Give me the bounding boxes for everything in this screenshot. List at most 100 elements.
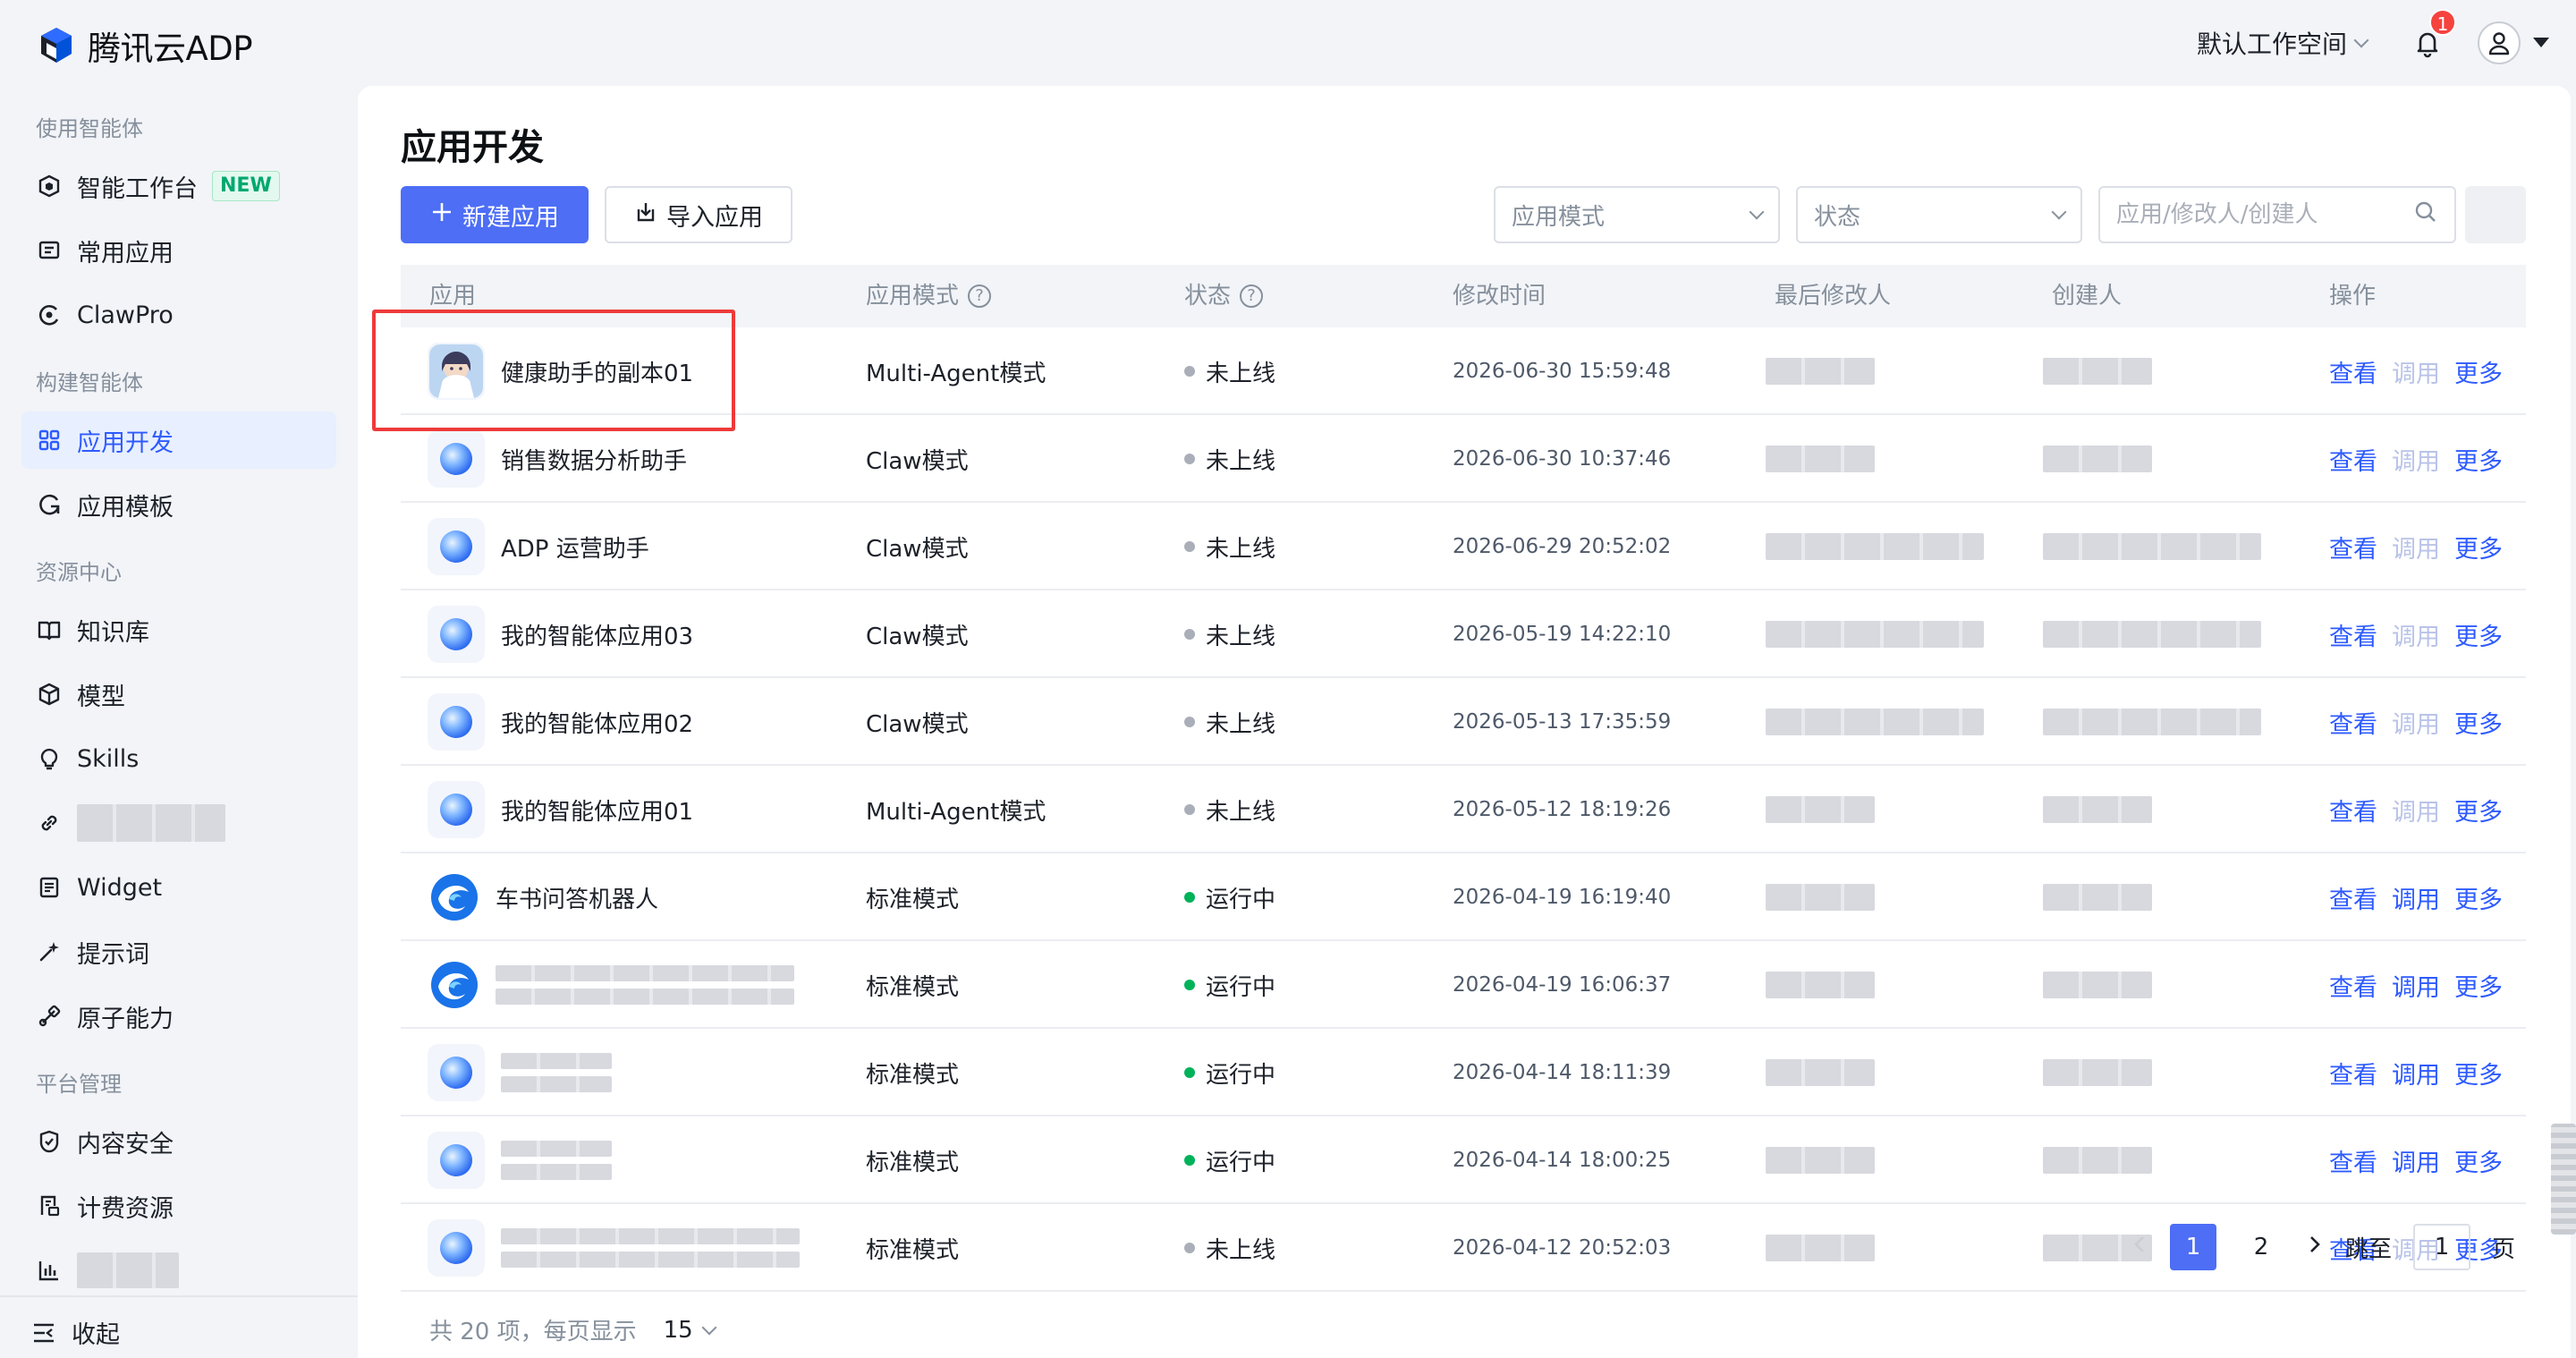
debug-link[interactable]: 调用 <box>2392 705 2440 740</box>
sidebar-item-models[interactable]: 模型 <box>21 666 336 723</box>
table-row[interactable]: 车书问答机器人 标准模式 运行中 2026-04-19 16:19:40 查看 调用 更多 <box>401 853 2526 941</box>
mode-filter-select[interactable]: 应用模式 <box>1494 186 1780 243</box>
more-link[interactable]: 更多 <box>2454 1056 2503 1091</box>
debug-link[interactable]: 调用 <box>2392 530 2440 564</box>
table-row[interactable]: 我的智能体应用03 Claw模式 未上线 2026-05-19 14:22:10 查看调… <box>401 590 2526 678</box>
sidebar-item-label: ClawPro <box>77 301 174 329</box>
view-link[interactable]: 查看 <box>2329 968 2377 1003</box>
sidebar-item-content-security[interactable]: 内容安全 <box>21 1113 336 1170</box>
app-name[interactable]: 我的智能体应用01 <box>501 794 693 827</box>
jump-page-input[interactable]: 1 <box>2413 1224 2471 1270</box>
view-link[interactable]: 查看 <box>2329 793 2377 828</box>
billing-icon <box>36 1192 63 1219</box>
table-row[interactable]: 我的智能体应用01 Multi-Agent模式 未上线 2026-05-12 18:1… <box>401 766 2526 853</box>
view-link[interactable]: 查看 <box>2329 705 2377 740</box>
more-link[interactable]: 更多 <box>2454 705 2503 740</box>
status-dot <box>1184 1067 1195 1078</box>
prev-page-icon[interactable] <box>2131 1234 2148 1261</box>
view-link[interactable]: 查看 <box>2329 442 2377 477</box>
debug-link[interactable]: 调用 <box>2392 1056 2440 1091</box>
actions-cell: 查看 调用 更多 <box>2329 1116 2503 1204</box>
view-link[interactable]: 查看 <box>2329 1056 2377 1091</box>
sidebar-item-app-development[interactable]: 应用开发 <box>21 412 336 469</box>
debug-link[interactable]: 调用 <box>2392 968 2440 1003</box>
sidebar-item-app-templates[interactable]: 应用模板 <box>21 476 336 533</box>
chevron-down-icon <box>2353 32 2369 48</box>
mode-cell: Claw模式 <box>866 623 969 650</box>
status-cell: 运行中 <box>1184 853 1275 941</box>
debug-link[interactable]: 调用 <box>2392 442 2440 477</box>
sidebar-item-common-apps[interactable]: 常用应用 <box>21 222 336 279</box>
user-avatar[interactable] <box>2478 21 2521 64</box>
workspace-selector[interactable]: 默认工作空间 <box>2197 25 2369 61</box>
debug-link[interactable]: 调用 <box>2392 1143 2440 1178</box>
table-row[interactable]: ADP 运营助手 Claw模式 未上线 2026-06-29 20:52:02 查看 调用… <box>401 503 2526 590</box>
more-link[interactable]: 更多 <box>2454 793 2503 828</box>
collapse-label: 收起 <box>72 1321 120 1349</box>
sidebar-item-blurred[interactable] <box>21 794 336 852</box>
collapse-sidebar-button[interactable]: 收起 <box>30 1315 120 1350</box>
table-row[interactable]: 标准模式 运行中 2026-04-14 18:00:25 查看 调用 更多 <box>401 1116 2526 1204</box>
import-app-button[interactable]: 导入应用 <box>605 186 792 243</box>
next-page-icon[interactable] <box>2306 1234 2324 1261</box>
redacted-user <box>2043 1059 2152 1086</box>
view-link[interactable]: 查看 <box>2329 617 2377 652</box>
debug-link[interactable]: 调用 <box>2392 880 2440 915</box>
create-app-button[interactable]: 新建应用 <box>401 186 589 243</box>
sidebar-item-clawpro[interactable]: ClawPro <box>21 286 336 344</box>
page-1-button[interactable]: 1 <box>2170 1224 2216 1270</box>
view-link[interactable]: 查看 <box>2329 354 2377 389</box>
search-input[interactable] <box>2116 201 2402 228</box>
sidebar-item-knowledge-base[interactable]: 知识库 <box>21 601 336 658</box>
status-dot <box>1184 717 1195 727</box>
sidebar-item-blurred-2[interactable] <box>21 1242 336 1299</box>
sidebar-item-billing[interactable]: 计费资源 <box>21 1177 336 1235</box>
view-link[interactable]: 查看 <box>2329 1143 2377 1178</box>
table-row[interactable]: 标准模式 运行中 2026-04-14 18:11:39 查看 调用 更多 <box>401 1029 2526 1116</box>
debug-link[interactable]: 调用 <box>2392 617 2440 652</box>
search-icon[interactable] <box>2413 199 2438 231</box>
more-link[interactable]: 更多 <box>2454 442 2503 477</box>
scrollbar-thumb[interactable] <box>2551 1124 2576 1235</box>
status-cell: 未上线 <box>1184 503 1275 590</box>
sidebar-item-widget[interactable]: Widget <box>21 859 336 916</box>
redacted-name <box>501 1252 800 1268</box>
app-name[interactable]: 车书问答机器人 <box>496 881 658 914</box>
more-link[interactable]: 更多 <box>2454 968 2503 1003</box>
debug-link[interactable]: 调用 <box>2392 354 2440 389</box>
app-name[interactable]: ADP 运营助手 <box>501 530 649 564</box>
table-row[interactable]: 我的智能体应用02 Claw模式 未上线 2026-05-13 17:35:59 查看调… <box>401 678 2526 766</box>
debug-link[interactable]: 调用 <box>2392 793 2440 828</box>
page-size-select[interactable]: 15 <box>664 1317 717 1344</box>
sidebar-item-atomic-capabilities[interactable]: 原子能力 <box>21 988 336 1045</box>
help-icon[interactable]: ? <box>968 284 992 308</box>
more-link[interactable]: 更多 <box>2454 880 2503 915</box>
help-icon[interactable]: ? <box>1240 284 1264 308</box>
view-link[interactable]: 查看 <box>2329 530 2377 564</box>
app-name[interactable]: 我的智能体应用03 <box>501 618 693 651</box>
actions-cell: 查看 调用 更多 <box>2329 503 2503 590</box>
table-row[interactable]: 标准模式 运行中 2026-04-19 16:06:37 查看 调用 更多 <box>401 941 2526 1029</box>
modified-time: 2026-06-30 15:59:48 <box>1453 360 1672 383</box>
brand[interactable]: 腾讯云ADP <box>36 21 253 70</box>
sidebar-item-skills[interactable]: Skills <box>21 730 336 787</box>
redacted-user <box>2043 796 2152 823</box>
more-link[interactable]: 更多 <box>2454 617 2503 652</box>
sidebar-item-workbench[interactable]: 智能工作台 NEW <box>21 157 336 215</box>
app-name[interactable]: 销售数据分析助手 <box>501 443 687 476</box>
sidebar-item-prompts[interactable]: 提示词 <box>21 923 336 980</box>
app-name[interactable]: 我的智能体应用02 <box>501 706 693 739</box>
caret-down-icon[interactable] <box>2533 38 2549 47</box>
redacted-label <box>77 804 225 842</box>
more-link[interactable]: 更多 <box>2454 530 2503 564</box>
status-dot <box>1184 892 1195 903</box>
more-link[interactable]: 更多 <box>2454 354 2503 389</box>
page-2-button[interactable]: 2 <box>2238 1224 2284 1270</box>
settings-button[interactable] <box>2465 186 2526 243</box>
sidebar: 使用智能体 智能工作台 NEW 常用应用 ClawPro 构建智能体 应用开发 … <box>0 86 358 1358</box>
status-filter-select[interactable]: 状态 <box>1796 186 2082 243</box>
sidebar-item-label: Widget <box>77 873 163 902</box>
main-panel: 应用开发 新建应用 导入应用 应用模式 状态 应用 应用模式 ? 状态 <box>358 86 2571 1358</box>
more-link[interactable]: 更多 <box>2454 1143 2503 1178</box>
view-link[interactable]: 查看 <box>2329 880 2377 915</box>
